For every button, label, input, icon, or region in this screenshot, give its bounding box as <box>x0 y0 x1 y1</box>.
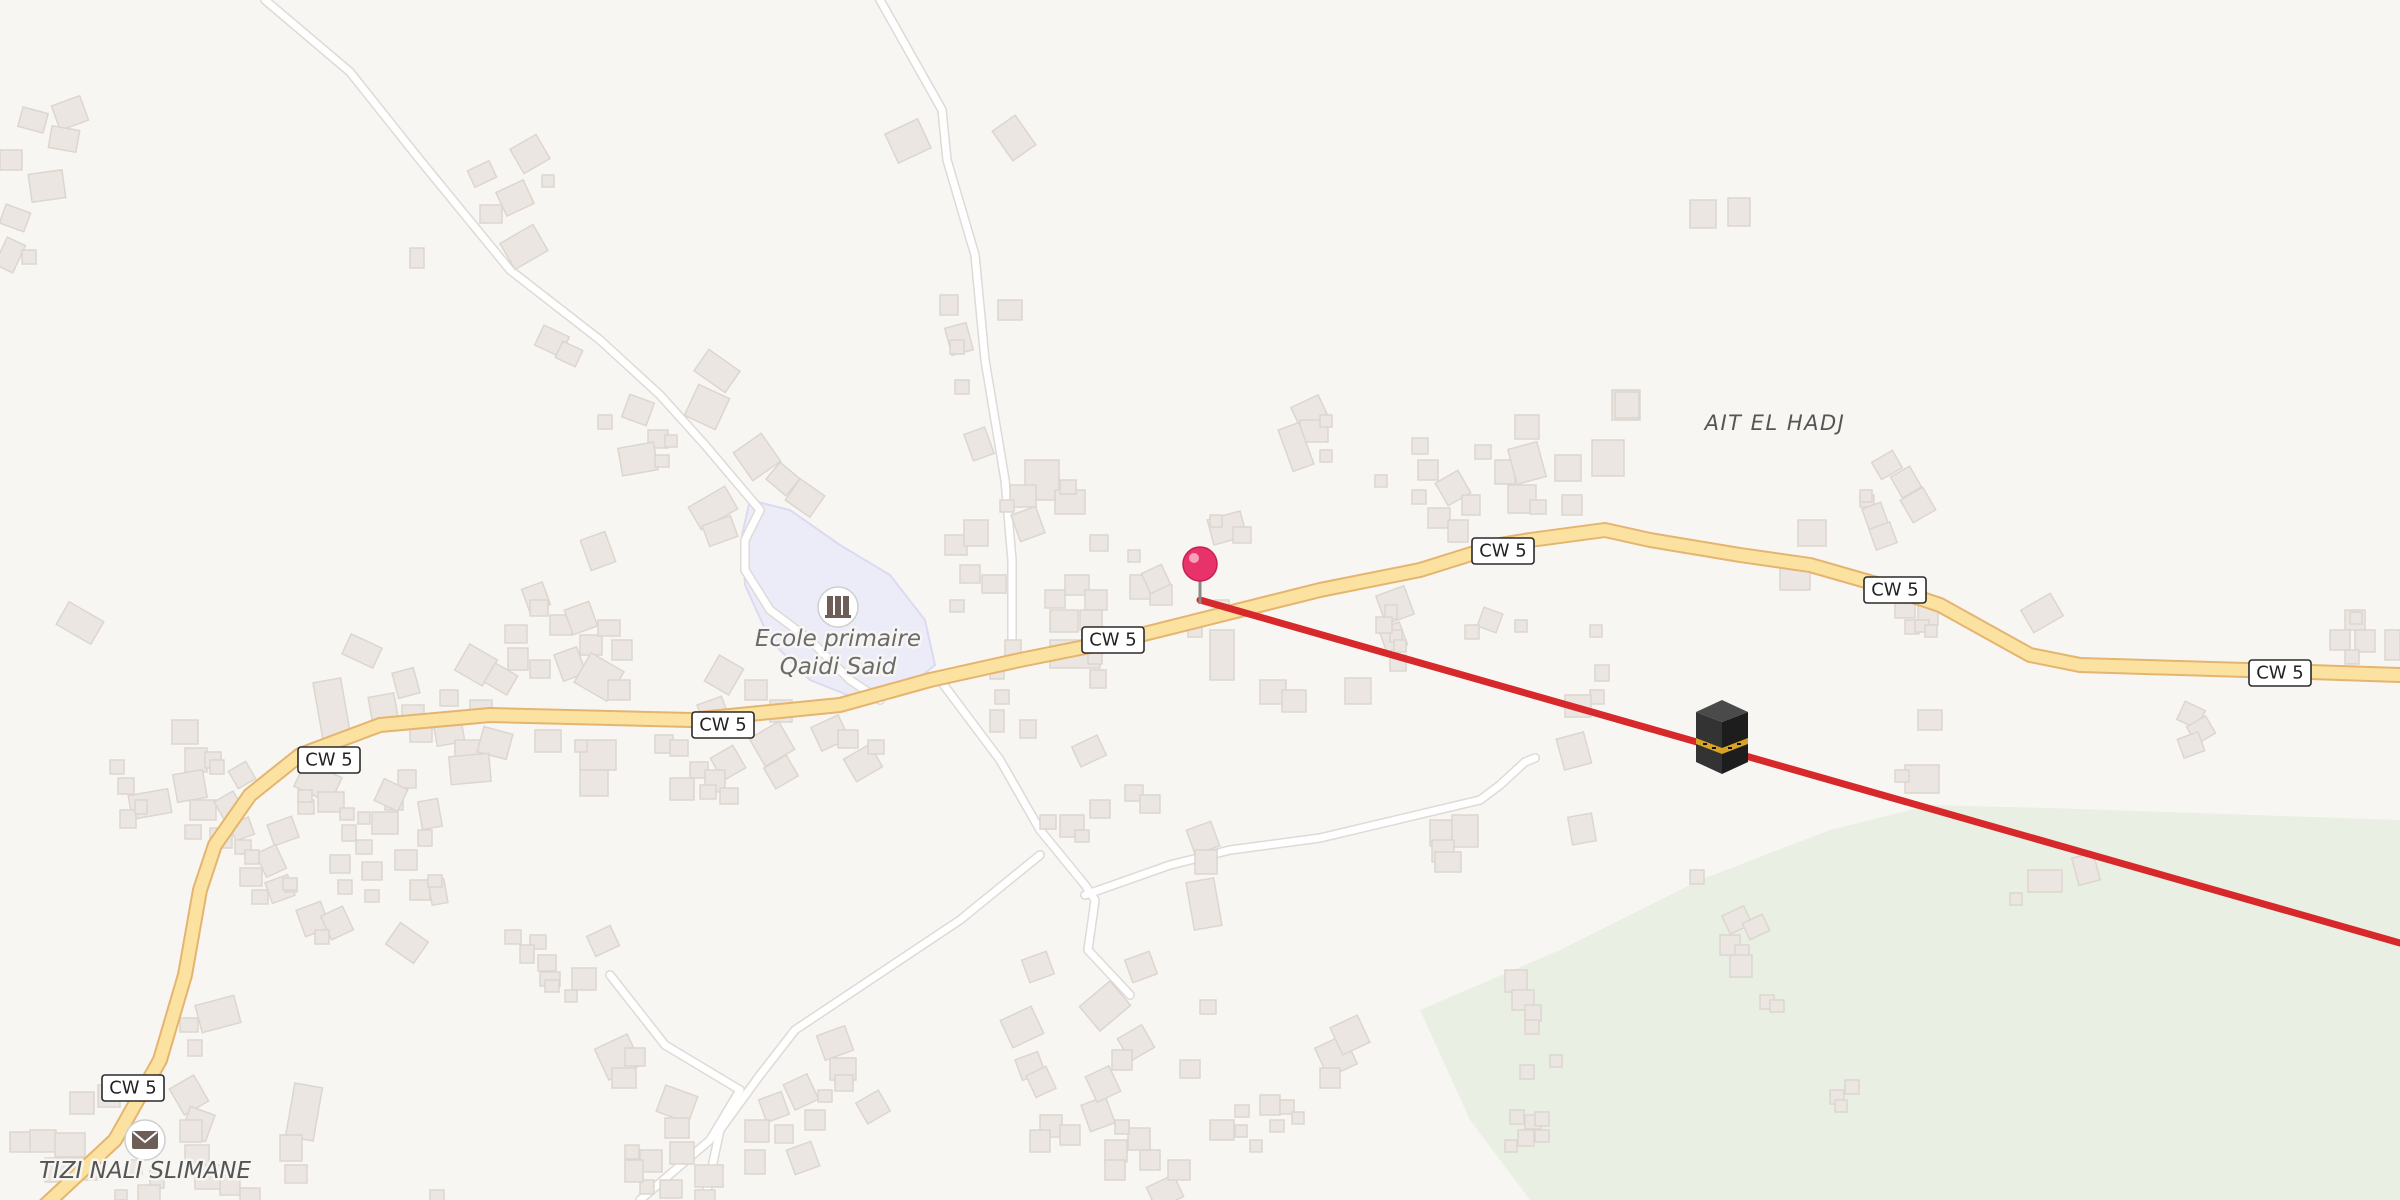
road-shield-label: CW 5 <box>699 715 747 736</box>
place-label-tizi-nali-slimane: TIZI NALI SLIMANE <box>39 1158 252 1184</box>
map-pin-icon <box>1182 546 1218 582</box>
road-shield[interactable]: CW 5 <box>101 1074 165 1102</box>
road-shield[interactable]: CW 5 <box>2248 659 2312 687</box>
school-name-line1: Ecole primaire <box>755 626 921 652</box>
road-shield-label: CW 5 <box>109 1078 157 1099</box>
kaaba-icon <box>1696 700 1748 774</box>
kaaba-marker[interactable] <box>1696 700 1748 774</box>
post-office-poi[interactable] <box>124 1119 166 1161</box>
road-shield-label: CW 5 <box>1089 630 1137 651</box>
road-shield-label: CW 5 <box>1871 580 1919 601</box>
school-icon-glyph <box>825 596 851 618</box>
road-shield[interactable]: CW 5 <box>1863 576 1927 604</box>
road-shield[interactable]: CW 5 <box>691 711 755 739</box>
road-shield-label: CW 5 <box>2256 663 2304 684</box>
map-canvas[interactable]: CW 5 CW 5 CW 5 CW 5 CW 5 CW 5 CW 5 Ecole… <box>0 0 2400 1200</box>
road-shield-label: CW 5 <box>1479 541 1527 562</box>
place-label-ait-el-hadj: AIT EL HADJ <box>1703 411 1846 435</box>
road-shield[interactable]: CW 5 <box>297 746 361 774</box>
road-shield-label: CW 5 <box>305 750 353 771</box>
school-name-line2: Qaidi Said <box>780 654 897 680</box>
road-shield[interactable]: CW 5 <box>1471 537 1535 565</box>
road-shield[interactable]: CW 5 <box>1081 626 1145 654</box>
